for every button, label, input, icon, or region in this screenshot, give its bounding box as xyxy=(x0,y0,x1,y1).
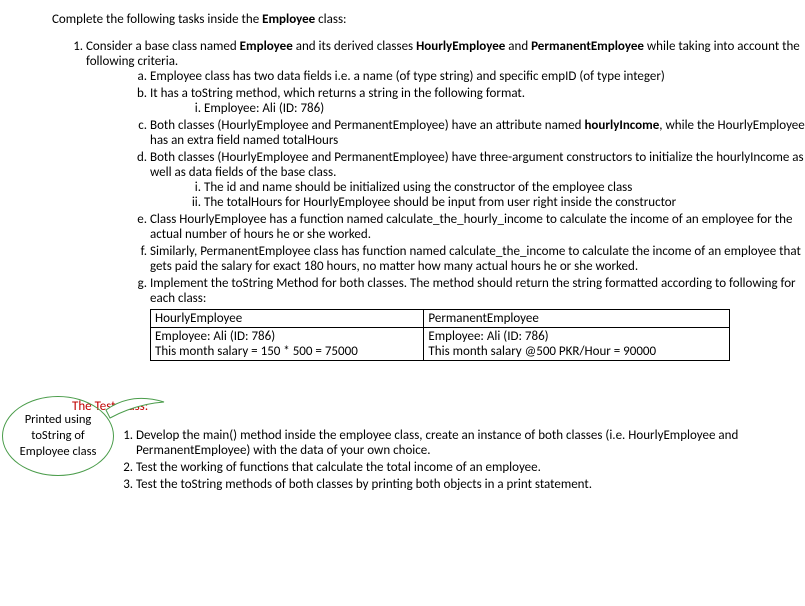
test-item-2: Test the working of functions that calcu… xyxy=(136,460,805,475)
title-bold: Employee xyxy=(262,12,315,27)
item-b-i: Employee: Ali (ID: 786) xyxy=(204,101,805,116)
main-list: Consider a base class named Employee and… xyxy=(60,39,805,361)
t: Consider a base class named xyxy=(86,39,240,54)
cell-permanent-body: Employee: Ali (ID: 786)This month salary… xyxy=(424,328,730,361)
callout-bubble: Printed using toString of Employee class xyxy=(2,396,114,476)
item-g: Implement the toString Method for both c… xyxy=(150,276,805,361)
t: and xyxy=(505,39,531,54)
item-f: Similarly, PermanentEmployee class has f… xyxy=(150,244,805,274)
title-pre: Complete the following tasks inside the xyxy=(52,12,262,27)
item-d-i: The id and name should be initialized us… xyxy=(204,180,805,195)
t: PermanentEmployee xyxy=(531,39,644,54)
t: Employee xyxy=(240,39,293,54)
item-1-text: Consider a base class named Employee and… xyxy=(86,39,800,69)
item-b-text: It has a toString method, which returns … xyxy=(150,86,525,101)
item-c: Both classes (HourlyEmployee and Permane… xyxy=(150,118,805,148)
sub-list-a: Employee class has two data fields i.e. … xyxy=(130,69,805,361)
t: hourlyIncome xyxy=(584,118,659,133)
callout-tail xyxy=(106,396,166,420)
callout-text: Printed using toString of Employee class xyxy=(11,412,105,461)
th-hourly: HourlyEmployee xyxy=(151,310,424,328)
sub-roman-d: The id and name should be initialized us… xyxy=(184,180,805,210)
table-container: HourlyEmployeePermanentEmployeeEmployee:… xyxy=(150,309,805,361)
item-a: Employee class has two data fields i.e. … xyxy=(150,69,805,84)
test-item-3: Test the toString methods of both classe… xyxy=(136,477,805,492)
t: HourlyEmployee xyxy=(416,39,505,54)
main-title: Complete the following tasks inside the … xyxy=(52,12,805,27)
tostring-table: HourlyEmployeePermanentEmployeeEmployee:… xyxy=(150,309,730,361)
th-permanent: PermanentEmployee xyxy=(424,310,730,328)
item-e: Class HourlyEmployee has a function name… xyxy=(150,212,805,242)
item-d-ii: The totalHours for HourlyEmployee should… xyxy=(204,195,805,210)
title-post: class: xyxy=(315,12,346,27)
sub-roman-b: Employee: Ali (ID: 786) xyxy=(184,101,805,116)
cell-hourly-body: Employee: Ali (ID: 786)This month salary… xyxy=(151,328,424,361)
t: and its derived classes xyxy=(293,39,416,54)
t: Both classes (HourlyEmployee and Permane… xyxy=(150,118,584,133)
item-1: Consider a base class named Employee and… xyxy=(86,39,805,361)
item-d: Both classes (HourlyEmployee and Permane… xyxy=(150,150,805,210)
test-item-1: Develop the main() method inside the emp… xyxy=(136,428,805,458)
test-list: Develop the main() method inside the emp… xyxy=(110,428,805,492)
item-g-text: Implement the toString Method for both c… xyxy=(150,276,796,306)
test-class-header: The Test Class: xyxy=(72,399,805,414)
item-d-text: Both classes (HourlyEmployee and Permane… xyxy=(150,150,804,180)
item-b: It has a toString method, which returns … xyxy=(150,86,805,116)
